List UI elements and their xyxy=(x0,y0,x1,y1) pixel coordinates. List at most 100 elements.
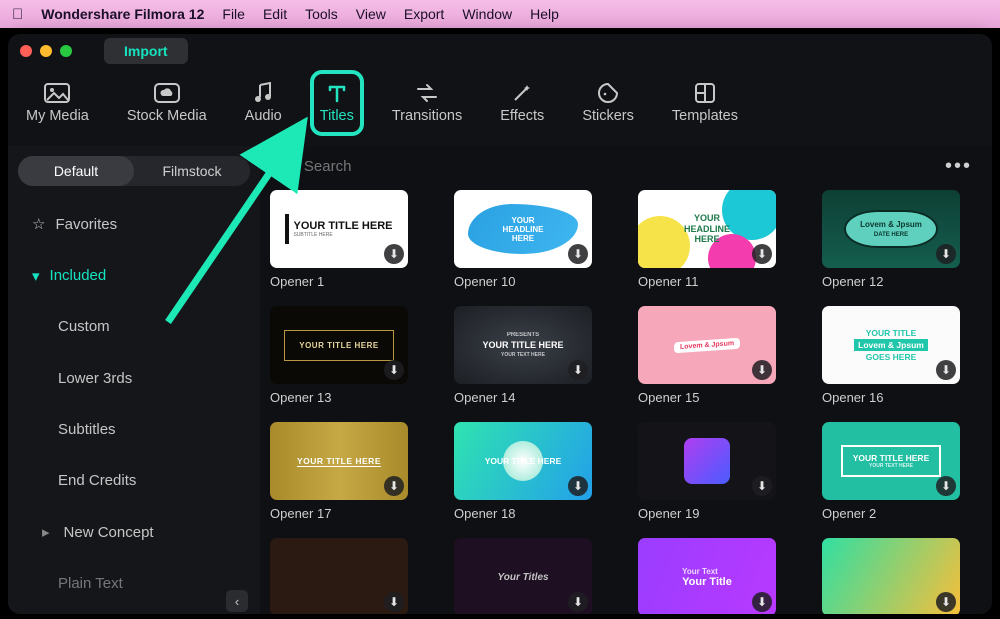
title-card[interactable]: YOUR TITLE HERE⬇ Opener 13 xyxy=(270,306,430,422)
title-card[interactable]: YOUR TITLE HERESUBTITLE HERE⬇ Opener 1 xyxy=(270,190,430,306)
search-input[interactable] xyxy=(304,158,929,175)
menu-export[interactable]: Export xyxy=(404,6,444,22)
title-card[interactable]: YOURHEADLINEHERE⬇ Opener 10 xyxy=(454,190,614,306)
apple-menu-icon[interactable]:  xyxy=(12,6,23,23)
tab-label: My Media xyxy=(26,108,89,124)
menu-view[interactable]: View xyxy=(356,6,386,22)
title-card[interactable]: ⬇ xyxy=(270,538,430,614)
tab-stock-media[interactable]: Stock Media xyxy=(123,76,211,130)
import-button[interactable]: Import xyxy=(104,38,188,64)
title-card[interactable]: YOUR TITLE HERE⬇ Opener 17 xyxy=(270,422,430,538)
title-thumbnail: Lovem & Jpsum⬇ xyxy=(638,306,776,384)
sidebar-item-label: Custom xyxy=(58,318,110,335)
title-card[interactable]: Your Titles⬇ xyxy=(454,538,614,614)
tab-my-media[interactable]: My Media xyxy=(22,76,93,130)
title-card[interactable]: YOUR TITLE HEREYOUR TEXT HERE⬇ Opener 2 xyxy=(822,422,982,538)
wand-icon xyxy=(508,82,536,104)
more-menu-button[interactable]: ••• xyxy=(939,155,978,178)
tab-label: Effects xyxy=(500,108,544,124)
app-window: Import My Media Stock Media Audio Titles… xyxy=(8,34,992,614)
sidebar-item-subtitles[interactable]: Subtitles xyxy=(18,407,250,452)
download-icon[interactable]: ⬇ xyxy=(936,244,956,264)
swap-icon xyxy=(413,82,441,104)
sidebar-item-label: Subtitles xyxy=(58,421,116,438)
download-icon[interactable]: ⬇ xyxy=(936,592,956,612)
title-card[interactable]: YOURHEADLINEHERE⬇ Opener 11 xyxy=(638,190,798,306)
title-thumbnail: YOURHEADLINEHERE⬇ xyxy=(638,190,776,268)
image-icon xyxy=(43,82,71,104)
title-card[interactable]: ⬇ xyxy=(822,538,982,614)
source-segmented-control[interactable]: Default Filmstock xyxy=(18,156,250,186)
menu-tools[interactable]: Tools xyxy=(305,6,338,22)
download-icon[interactable]: ⬇ xyxy=(752,476,772,496)
title-grid: YOUR TITLE HERESUBTITLE HERE⬇ Opener 1 Y… xyxy=(260,186,992,614)
sidebar-item-label: End Credits xyxy=(58,472,136,489)
download-icon[interactable]: ⬇ xyxy=(752,592,772,612)
collapse-sidebar-button[interactable]: ‹ xyxy=(226,590,248,612)
title-thumbnail: YOUR TITLE HERE⬇ xyxy=(270,422,408,500)
sidebar-item-custom[interactable]: Custom xyxy=(18,304,250,349)
download-icon[interactable]: ⬇ xyxy=(384,244,404,264)
tab-audio[interactable]: Audio xyxy=(241,76,286,130)
mac-menubar:  Wondershare Filmora 12 File Edit Tools… xyxy=(0,0,1000,28)
sidebar-item-new-concept[interactable]: ▸ New Concept xyxy=(18,509,250,554)
download-icon[interactable]: ⬇ xyxy=(936,476,956,496)
sidebar-group-included[interactable]: ▾ Included xyxy=(18,253,250,298)
tab-label: Stock Media xyxy=(127,108,207,124)
title-thumbnail: ⬇ xyxy=(822,538,960,614)
title-card[interactable]: Lovem & JpsumDATE HERE⬇ Opener 12 xyxy=(822,190,982,306)
menu-file[interactable]: File xyxy=(222,6,245,22)
close-window-button[interactable] xyxy=(20,45,32,57)
tab-stickers[interactable]: Stickers xyxy=(578,76,638,130)
window-titlebar: Import xyxy=(8,34,992,68)
download-icon[interactable]: ⬇ xyxy=(384,360,404,380)
title-card[interactable]: Your TextYour Title⬇ xyxy=(638,538,798,614)
minimize-window-button[interactable] xyxy=(40,45,52,57)
download-icon[interactable]: ⬇ xyxy=(384,592,404,612)
title-label: Opener 13 xyxy=(270,390,430,405)
zoom-window-button[interactable] xyxy=(60,45,72,57)
download-icon[interactable]: ⬇ xyxy=(936,360,956,380)
sidebar: Default Filmstock ☆ Favorites ▾ Included… xyxy=(8,146,260,614)
title-card[interactable]: Lovem & Jpsum⬇ Opener 15 xyxy=(638,306,798,422)
chevron-right-icon: ▸ xyxy=(42,523,50,541)
title-card[interactable]: YOUR TITLE HERE⬇ Opener 18 xyxy=(454,422,614,538)
tab-templates[interactable]: Templates xyxy=(668,76,742,130)
sidebar-item-favorites[interactable]: ☆ Favorites xyxy=(18,202,250,247)
menu-window[interactable]: Window xyxy=(462,6,512,22)
download-icon[interactable]: ⬇ xyxy=(568,360,588,380)
text-icon xyxy=(323,82,351,104)
download-icon[interactable]: ⬇ xyxy=(752,360,772,380)
menu-edit[interactable]: Edit xyxy=(263,6,287,22)
sidebar-item-lower-3rds[interactable]: Lower 3rds xyxy=(18,355,250,400)
download-icon[interactable]: ⬇ xyxy=(752,244,772,264)
title-label: Opener 2 xyxy=(822,506,982,521)
segment-filmstock[interactable]: Filmstock xyxy=(134,156,250,186)
title-thumbnail: ⬇ xyxy=(270,538,408,614)
download-icon[interactable]: ⬇ xyxy=(384,476,404,496)
primary-tab-bar: My Media Stock Media Audio Titles Transi… xyxy=(8,68,992,146)
menu-help[interactable]: Help xyxy=(530,6,559,22)
sidebar-item-label: New Concept xyxy=(64,524,154,541)
title-card[interactable]: ⬇ Opener 19 xyxy=(638,422,798,538)
tab-transitions[interactable]: Transitions xyxy=(388,76,466,130)
title-thumbnail: Your TextYour Title⬇ xyxy=(638,538,776,614)
tab-titles[interactable]: Titles xyxy=(316,76,358,130)
title-thumbnail: YOUR TITLE HEREYOUR TEXT HERE⬇ xyxy=(822,422,960,500)
download-icon[interactable]: ⬇ xyxy=(568,476,588,496)
app-name[interactable]: Wondershare Filmora 12 xyxy=(41,6,204,22)
download-icon[interactable]: ⬇ xyxy=(568,244,588,264)
title-thumbnail: Lovem & JpsumDATE HERE⬇ xyxy=(822,190,960,268)
music-note-icon xyxy=(249,82,277,104)
tab-label: Stickers xyxy=(582,108,634,124)
star-icon: ☆ xyxy=(32,215,45,233)
sidebar-item-label: Favorites xyxy=(55,216,117,233)
chevron-down-icon: ▾ xyxy=(32,267,40,285)
sidebar-item-end-credits[interactable]: End Credits xyxy=(18,458,250,503)
tab-effects[interactable]: Effects xyxy=(496,76,548,130)
download-icon[interactable]: ⬇ xyxy=(568,592,588,612)
main-panel: 🔍 ••• YOUR TITLE HERESUBTITLE HERE⬇ Open… xyxy=(260,146,992,614)
title-card[interactable]: PRESENTSYOUR TITLE HEREYOUR TEXT HERE⬇ O… xyxy=(454,306,614,422)
segment-default[interactable]: Default xyxy=(18,156,134,186)
title-card[interactable]: YOUR TITLELovem & JpsumGOES HERE⬇ Opener… xyxy=(822,306,982,422)
